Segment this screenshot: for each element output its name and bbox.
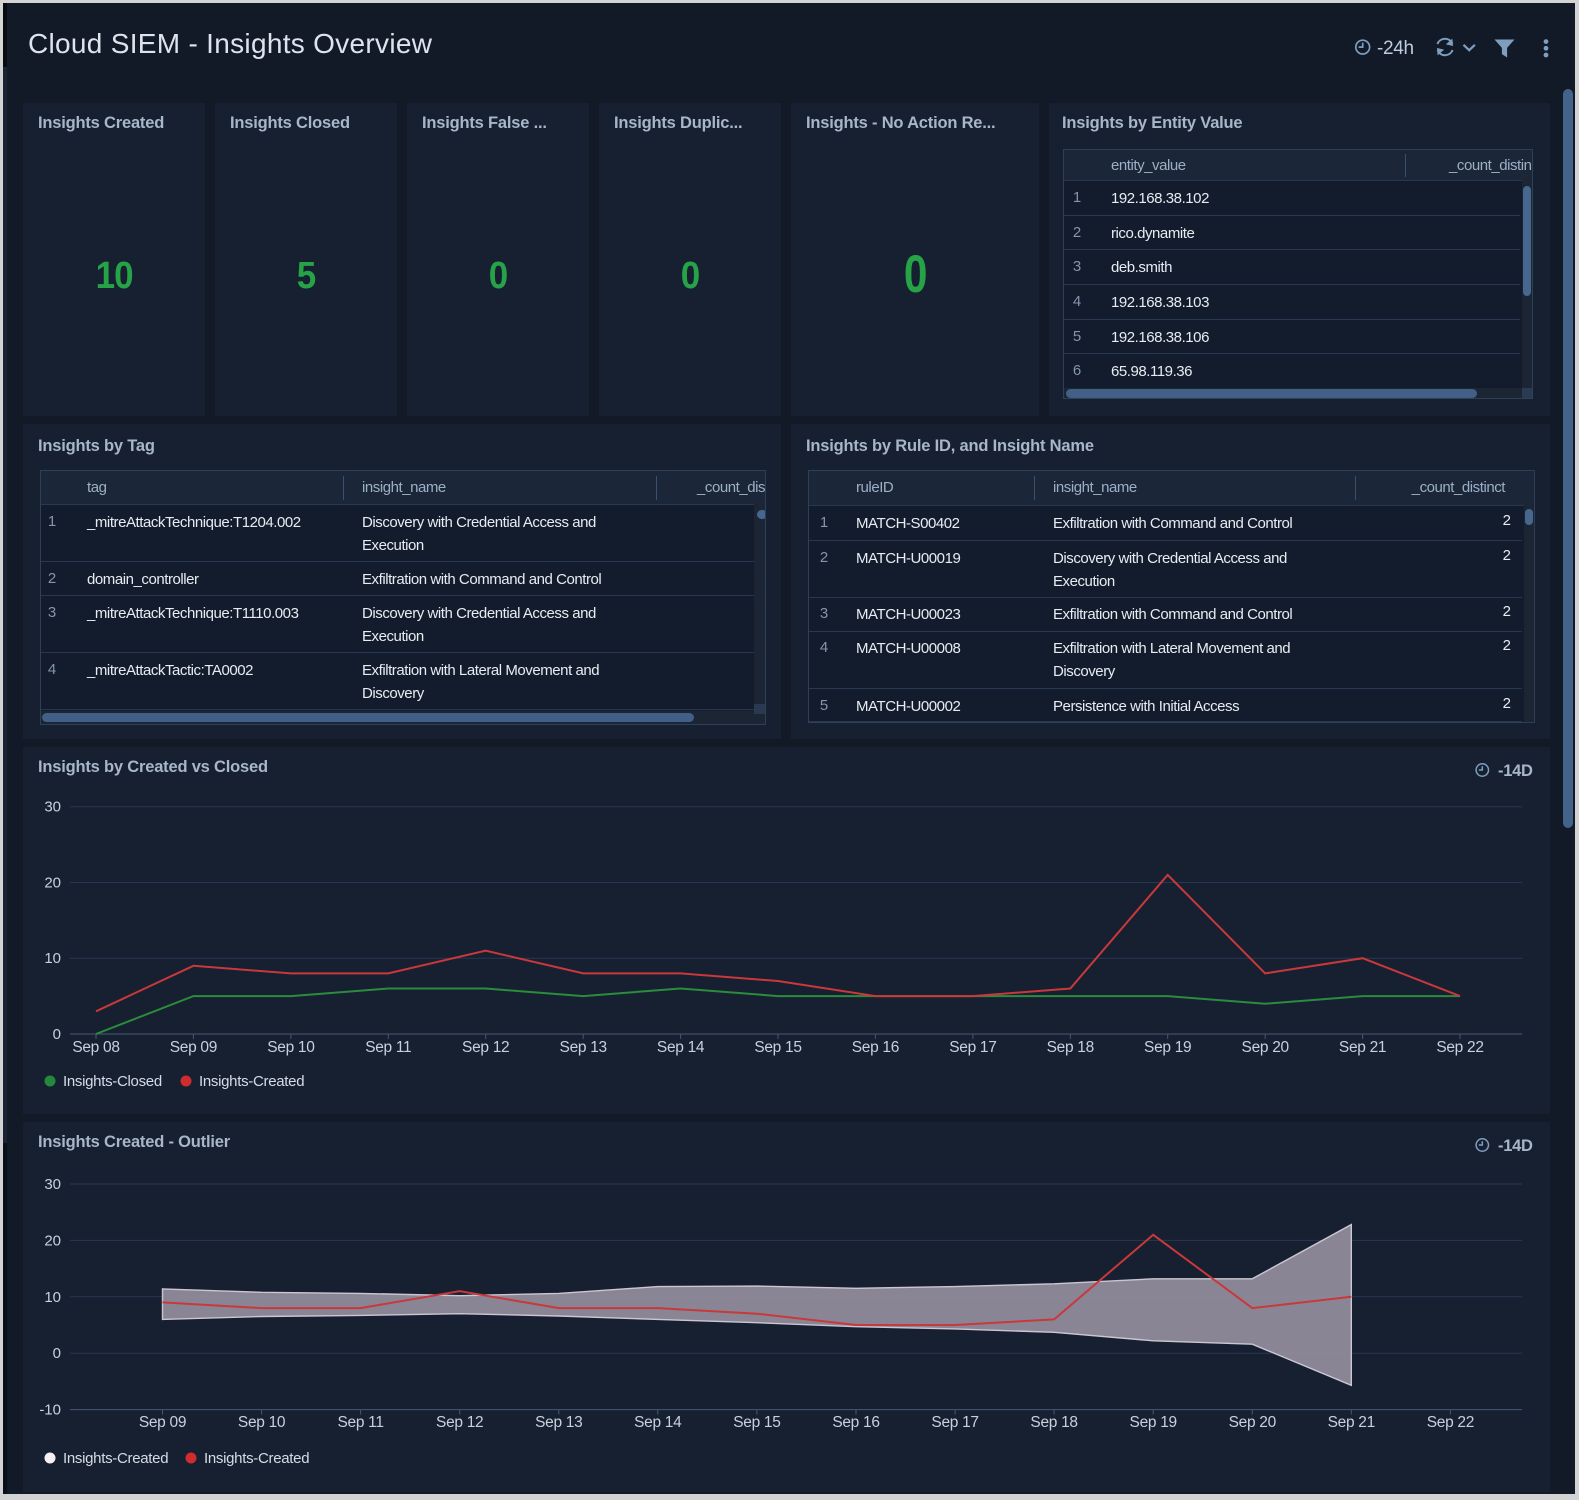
svg-text:Insights-Created: Insights-Created xyxy=(199,1073,304,1090)
svg-text:Sep 20: Sep 20 xyxy=(1229,1414,1277,1431)
svg-text:Sep 13: Sep 13 xyxy=(560,1039,607,1056)
svg-text:0: 0 xyxy=(53,1345,61,1362)
svg-text:Sep 17: Sep 17 xyxy=(949,1039,996,1056)
svg-text:Sep 14: Sep 14 xyxy=(657,1039,705,1056)
svg-text:Sep 10: Sep 10 xyxy=(238,1414,286,1431)
svg-text:20: 20 xyxy=(44,875,61,892)
svg-text:Insights-Created: Insights-Created xyxy=(204,1450,309,1467)
svg-text:Sep 09: Sep 09 xyxy=(170,1039,217,1056)
svg-text:Sep 12: Sep 12 xyxy=(436,1414,483,1431)
svg-text:Sep 08: Sep 08 xyxy=(72,1039,119,1056)
svg-text:Sep 11: Sep 11 xyxy=(338,1414,384,1431)
svg-text:Sep 21: Sep 21 xyxy=(1339,1039,1386,1056)
svg-text:-24h: -24h xyxy=(1377,38,1414,59)
svg-text:Sep 19: Sep 19 xyxy=(1144,1039,1191,1056)
svg-text:Sep 13: Sep 13 xyxy=(535,1414,582,1431)
svg-text:Sep 09: Sep 09 xyxy=(139,1414,186,1431)
svg-text:Sep 18: Sep 18 xyxy=(1047,1039,1094,1056)
svg-text:Sep 18: Sep 18 xyxy=(1030,1414,1077,1431)
svg-text:Sep 10: Sep 10 xyxy=(267,1039,315,1056)
svg-text:Sep 16: Sep 16 xyxy=(832,1414,879,1431)
svg-text:0: 0 xyxy=(53,1026,61,1043)
svg-text:Insights-Closed: Insights-Closed xyxy=(63,1073,162,1090)
svg-text:Sep 16: Sep 16 xyxy=(852,1039,899,1056)
svg-text:Sep 17: Sep 17 xyxy=(931,1414,978,1431)
svg-text:Sep 14: Sep 14 xyxy=(634,1414,682,1431)
svg-text:10: 10 xyxy=(44,1289,61,1306)
svg-text:30: 30 xyxy=(44,1176,61,1193)
svg-text:Sep 22: Sep 22 xyxy=(1427,1414,1474,1431)
svg-text:Sep 11: Sep 11 xyxy=(365,1039,411,1056)
svg-text:Sep 19: Sep 19 xyxy=(1130,1414,1177,1431)
svg-text:Sep 20: Sep 20 xyxy=(1242,1039,1290,1056)
svg-text:Sep 15: Sep 15 xyxy=(733,1414,780,1431)
svg-text:Sep 12: Sep 12 xyxy=(462,1039,509,1056)
svg-text:20: 20 xyxy=(44,1232,61,1249)
svg-text:Sep 22: Sep 22 xyxy=(1436,1039,1483,1056)
svg-text:Insights-Created: Insights-Created xyxy=(63,1450,168,1467)
svg-text:-10: -10 xyxy=(39,1402,61,1419)
svg-text:Sep 21: Sep 21 xyxy=(1328,1414,1375,1431)
svg-text:10: 10 xyxy=(44,950,61,967)
svg-text:Sep 15: Sep 15 xyxy=(754,1039,801,1056)
svg-text:30: 30 xyxy=(44,799,61,816)
